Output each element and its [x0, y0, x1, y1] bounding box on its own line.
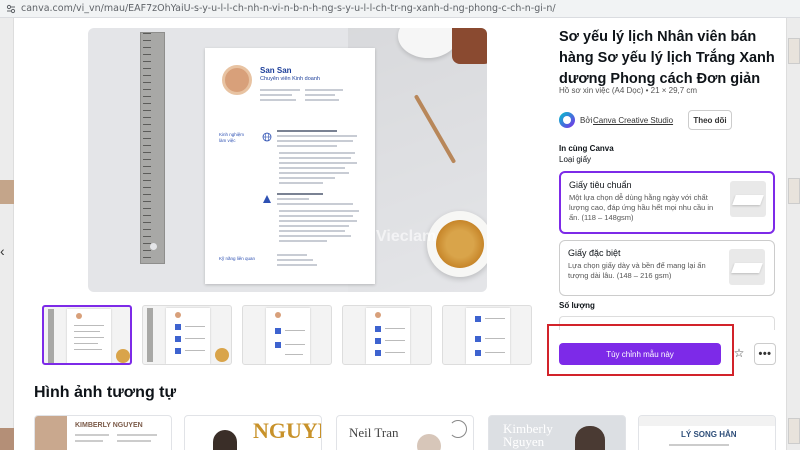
template-title: Sơ yếu lý lịch Nhân viên bán hàng Sơ yếu…	[559, 29, 775, 87]
similar-template-card[interactable]: KIMBERLY NGUYEN	[34, 415, 172, 450]
similar-template-card[interactable]: Kimberly Nguyen	[488, 415, 626, 450]
coffee	[436, 220, 484, 268]
quantity-label: Số lượng	[559, 301, 595, 310]
thumbnail-1[interactable]	[42, 305, 132, 365]
thumbnail-5[interactable]	[442, 305, 532, 365]
template-modal: San San Chuyên viên Kinh doanh Kinh nghi…	[14, 18, 786, 450]
creator-prefix: Bởi	[580, 116, 593, 125]
previous-arrow-icon[interactable]: ‹	[0, 244, 5, 258]
background-page-left	[0, 18, 14, 450]
print-section-title: In cùng Canva	[559, 144, 614, 153]
paper-option-premium[interactable]: Giấy đặc biệt Lựa chọn giấy dày và bền đ…	[559, 240, 775, 296]
paper-type-label: Loại giấy	[559, 155, 592, 164]
ruler-prop	[140, 32, 165, 264]
similar-template-card[interactable]: LÝ SONG HÂN	[638, 415, 776, 450]
cv-section-experience-line2: làm việc	[219, 138, 236, 143]
paper-sample-image	[730, 181, 766, 217]
template-preview-image: San San Chuyên viên Kinh doanh Kinh nghi…	[88, 28, 487, 292]
paper-option-name: Giấy tiêu chuẩn	[569, 180, 632, 190]
cv-job-title: Chuyên viên Kinh doanh	[260, 76, 320, 82]
creator-link[interactable]: Canva Creative Studio	[593, 116, 673, 125]
follow-button[interactable]: Theo dõi	[688, 110, 732, 130]
jar-prop	[452, 28, 487, 64]
star-favorite-icon[interactable]: ☆	[732, 344, 746, 362]
paper-sample-image	[729, 249, 765, 285]
template-meta: Hồ sơ xin việc (A4 Dọc) • 21 × 29,7 cm	[559, 86, 698, 95]
site-info-icon[interactable]	[6, 4, 16, 14]
canva-logo-icon[interactable]	[559, 112, 575, 128]
paper-option-description: Lựa chọn giấy dày và bền để mang lại ấn …	[568, 261, 706, 280]
paper-option-description: Một lựa chọn dễ dùng hằng ngày với chất …	[569, 193, 714, 222]
cv-avatar	[222, 65, 252, 95]
paper-option-name: Giấy đặc biệt	[568, 248, 621, 258]
thumbnail-4[interactable]	[342, 305, 432, 365]
more-options-button[interactable]: •••	[754, 343, 776, 365]
background-thumbnail	[788, 418, 800, 444]
watermark: Vieclam	[376, 228, 437, 245]
address-bar[interactable]: canva.com/vi_vn/mau/EAF7zOhYaiU-s-y-u-l-…	[0, 0, 800, 18]
thumbnail-3[interactable]	[242, 305, 332, 365]
paper-option-standard[interactable]: Giấy tiêu chuẩn Một lựa chọn dễ dùng hằn…	[559, 171, 775, 234]
thumbnail-2[interactable]	[142, 305, 232, 365]
cv-document: San San Chuyên viên Kinh doanh Kinh nghi…	[205, 48, 375, 284]
cv-section-experience: Kinh nghiệm	[219, 132, 245, 137]
triangle-icon	[263, 195, 271, 203]
background-thumbnail	[788, 178, 800, 204]
cv-section-skills: Kỹ năng liên quan	[219, 256, 256, 261]
background-page-right	[786, 18, 800, 450]
similar-template-card[interactable]: NGUYỄN	[184, 415, 322, 450]
background-thumbnail	[788, 38, 800, 64]
cv-name: San San	[260, 66, 292, 75]
url-text[interactable]: canva.com/vi_vn/mau/EAF7zOhYaiU-s-y-u-l-…	[21, 3, 556, 14]
similar-images-heading: Hình ảnh tương tự	[34, 384, 177, 401]
globe-icon	[262, 132, 272, 142]
creator-row: Bởi Canva Creative Studio Theo dõi	[559, 108, 759, 132]
red-highlight-annotation	[547, 324, 734, 376]
background-thumbnail	[0, 180, 14, 204]
similar-template-card[interactable]: Neil Tran	[336, 415, 474, 450]
background-thumbnail	[0, 428, 14, 450]
